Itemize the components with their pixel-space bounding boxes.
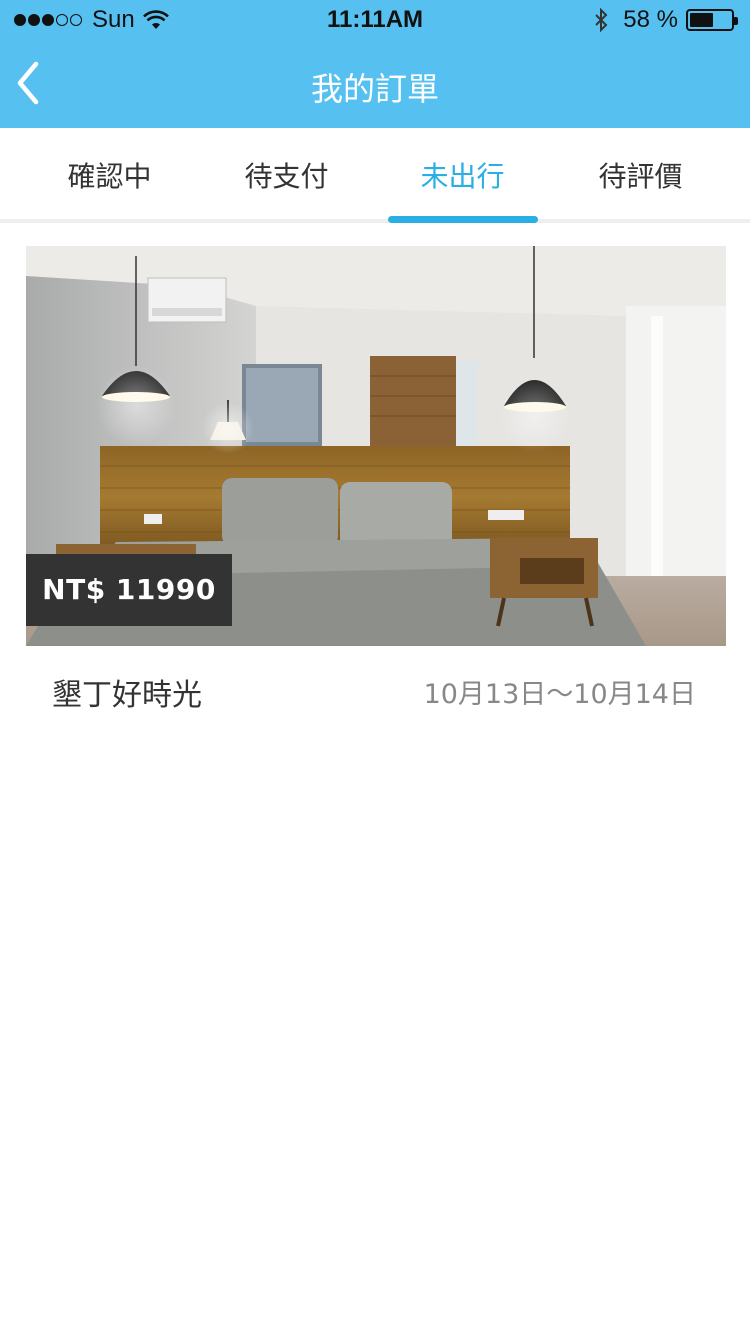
tab-upcoming-trips[interactable]: 未出行	[369, 128, 556, 218]
page-title: 我的訂單	[310, 70, 439, 108]
bluetooth-icon	[595, 8, 608, 32]
header-bar: Sun 11:11AM 58 % 我的訂單	[0, 0, 750, 128]
battery-percent: 58 %	[623, 6, 678, 33]
status-bar: Sun 11:11AM 58 %	[0, 0, 750, 40]
tab-pending-review[interactable]: 待評價	[547, 128, 734, 218]
battery-icon	[686, 9, 738, 31]
stay-dates: 10月13日～10月14日	[423, 679, 696, 710]
active-tab-indicator	[388, 216, 538, 223]
order-status-tabs: 確認中 待支付 未出行 待評價	[0, 128, 750, 218]
tab-pending-payment[interactable]: 待支付	[193, 128, 380, 218]
battery-cap	[734, 17, 738, 25]
battery-fill	[690, 13, 713, 27]
tab-confirming[interactable]: 確認中	[16, 128, 203, 218]
price-badge: NT$ 11990	[26, 554, 232, 626]
hotel-name: 墾丁好時光	[52, 678, 202, 713]
tabs-divider	[0, 219, 750, 223]
order-card[interactable]: NT$ 11990 墾丁好時光 10月13日～10月14日	[26, 246, 726, 716]
nav-bar: 我的訂單	[0, 40, 750, 128]
status-right: 58 %	[593, 6, 738, 34]
